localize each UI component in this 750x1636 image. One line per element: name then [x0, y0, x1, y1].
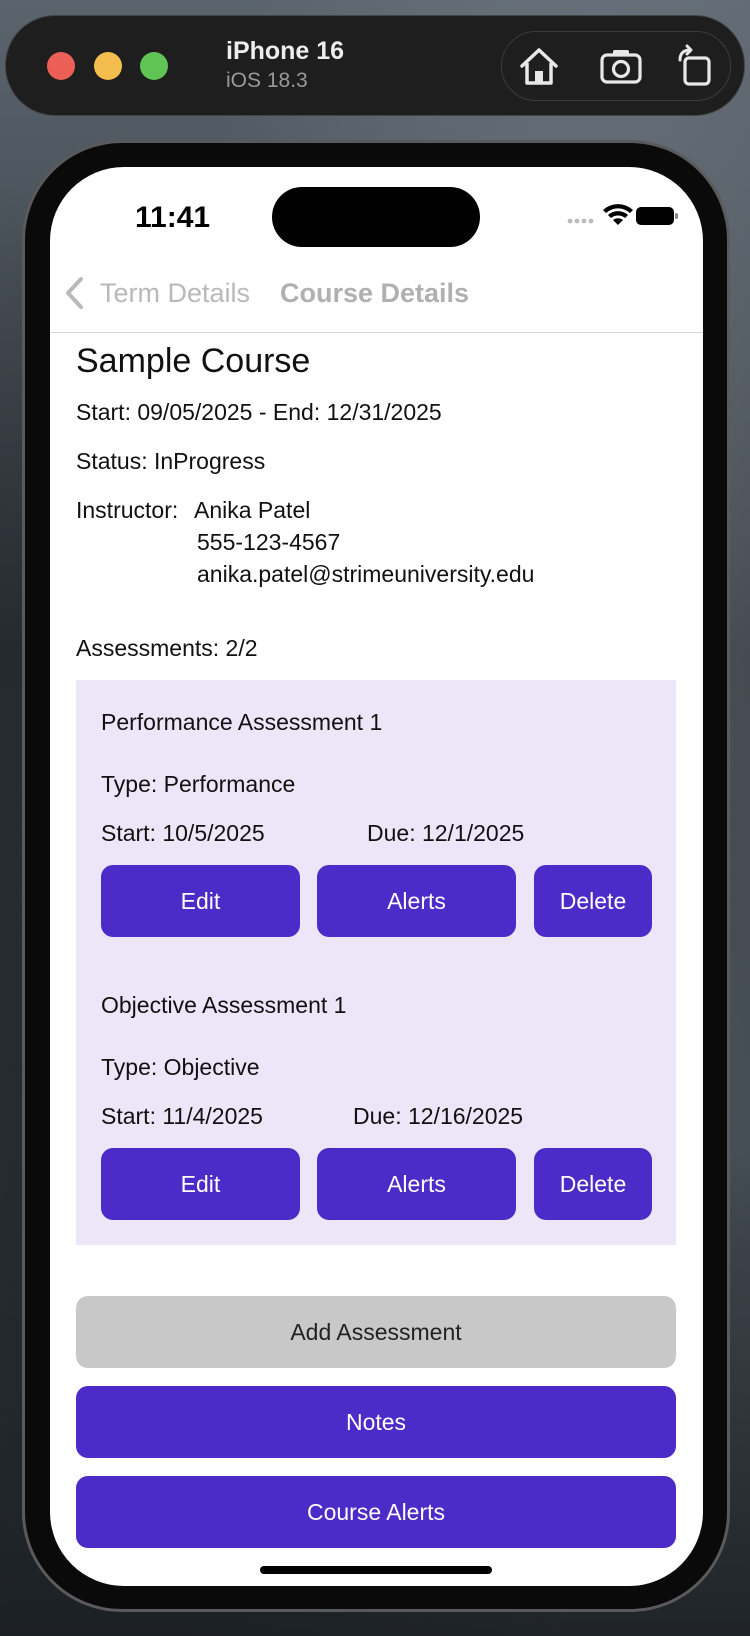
assessment-type: Type: Performance	[101, 771, 296, 797]
instructor-phone: 555-123-4567	[197, 529, 341, 555]
assessment-type: Type: Objective	[101, 1054, 260, 1080]
close-window-button[interactable]	[47, 52, 75, 80]
navigation-bar: Term Details Course Details	[50, 257, 703, 333]
delete-button[interactable]: Delete	[534, 1148, 652, 1220]
app-screen: 11:41 Term Details Course Details Sample…	[50, 167, 703, 1586]
home-indicator[interactable]	[260, 1566, 492, 1574]
alerts-button[interactable]: Alerts	[317, 865, 516, 937]
assessment-name: Performance Assessment 1	[101, 709, 383, 735]
battery-icon	[636, 207, 678, 225]
assessment-due: Due: 12/16/2025	[353, 1103, 524, 1129]
course-status: Status: InProgress	[76, 448, 266, 474]
notes-button[interactable]: Notes	[76, 1386, 676, 1458]
assessment-start: Start: 11/4/2025	[101, 1103, 263, 1129]
simulator-tools	[501, 31, 731, 101]
assessment-name: Objective Assessment 1	[101, 992, 347, 1018]
edit-button[interactable]: Edit	[101, 865, 300, 937]
dynamic-island	[272, 187, 480, 247]
chevron-left-icon[interactable]	[63, 275, 85, 311]
status-icons	[567, 204, 678, 225]
delete-button[interactable]: Delete	[534, 865, 652, 937]
instructor-name: Anika Patel	[194, 497, 311, 523]
os-version: iOS 18.3	[226, 69, 308, 92]
assessments-count: Assessments: 2/2	[76, 635, 258, 661]
page-title: Course Details	[280, 278, 470, 308]
add-assessment-button[interactable]: Add Assessment	[76, 1296, 676, 1368]
home-icon[interactable]	[517, 44, 561, 88]
cellular-signal-icon	[567, 218, 594, 224]
alerts-button[interactable]: Alerts	[317, 1148, 516, 1220]
simulator-toolbar: iPhone 16 iOS 18.3	[5, 15, 745, 116]
screenshot-icon[interactable]	[599, 44, 643, 88]
back-button[interactable]: Term Details	[100, 278, 250, 309]
assessment-due: Due: 12/1/2025	[367, 820, 525, 846]
assessment-start: Start: 10/5/2025	[101, 820, 265, 846]
assessments-list: Performance Assessment 1 Type: Performan…	[76, 680, 676, 1245]
status-time: 11:41	[135, 201, 211, 234]
zoom-window-button[interactable]	[140, 52, 168, 80]
edit-button[interactable]: Edit	[101, 1148, 300, 1220]
device-name: iPhone 16	[226, 37, 345, 65]
instructor-email: anika.patel@strimeuniversity.edu	[197, 561, 535, 587]
minimize-window-button[interactable]	[94, 52, 122, 80]
rotate-icon[interactable]	[672, 44, 716, 88]
course-dates: Start: 09/05/2025 - End: 12/31/2025	[76, 399, 442, 425]
instructor-label: Instructor:	[76, 497, 179, 523]
course-alerts-button[interactable]: Course Alerts	[76, 1476, 676, 1548]
course-name: Sample Course	[76, 342, 311, 380]
wifi-icon	[603, 204, 633, 225]
